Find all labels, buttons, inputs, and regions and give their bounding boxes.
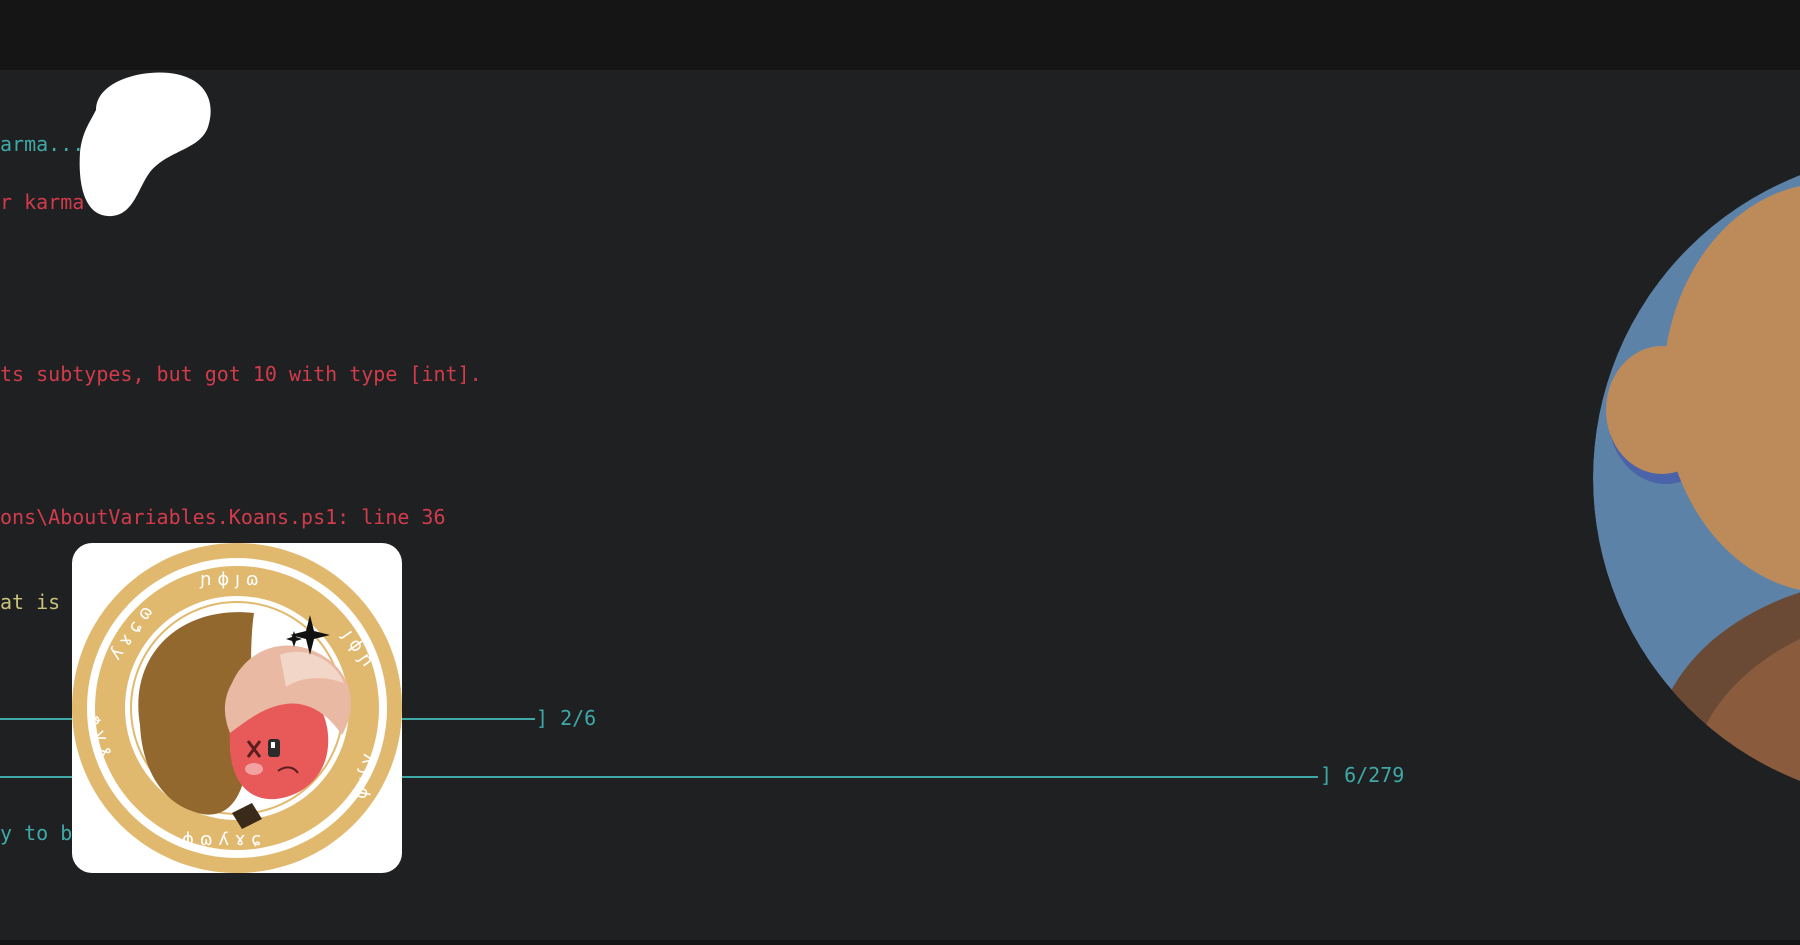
koan-progress-count: ] 2/6 — [536, 706, 597, 730]
svg-text:ɲ ɸ ȷ ɷ: ɲ ɸ ȷ ɷ — [199, 569, 259, 590]
anime-character-coin-avatar: ɲ ɸ ȷ ɷ ʎ ɤ ɕ ɷ ȷ ɸ ɲ ɤ ʎ ɕ ʎ ɲ ɸ ɸ ɷ ʎ … — [72, 543, 402, 873]
bottom-edge — [0, 940, 1800, 945]
svg-text:ɸ ɷ ʎ ɤ ɕ: ɸ ɷ ʎ ɤ ɕ — [182, 829, 261, 850]
patreon-blob-icon — [79, 72, 211, 217]
file-location-line: ons\AboutVariables.Koans.ps1: line 36 — [0, 505, 446, 529]
person-avatar-icon — [1593, 153, 1800, 798]
question-line: at is — [0, 590, 61, 614]
type-error-line: ts subtypes, but got 10 with type [int]. — [0, 362, 482, 386]
total-progress-count: ] 6/279 — [1320, 763, 1405, 787]
encouragement-line: y to b — [0, 821, 73, 845]
top-bar — [0, 0, 1800, 70]
karma-warning-line: r karma — [0, 190, 85, 214]
karma-status-line: arma... — [0, 132, 85, 156]
